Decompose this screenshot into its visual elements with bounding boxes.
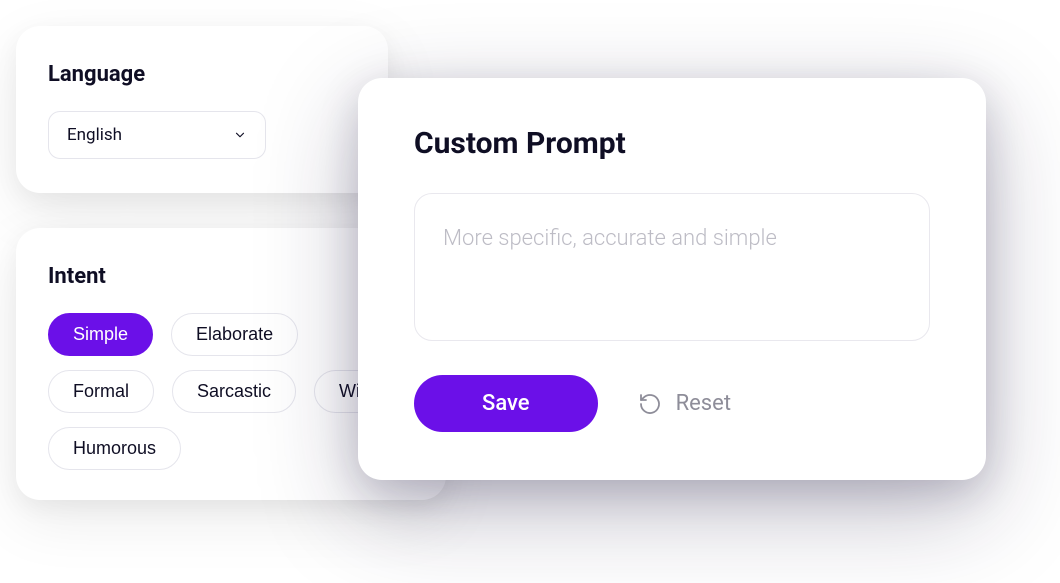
intent-chip-simple[interactable]: Simple <box>48 313 153 356</box>
reset-button[interactable]: Reset <box>638 391 731 416</box>
language-dropdown[interactable]: English <box>48 111 266 159</box>
reset-label: Reset <box>676 391 731 416</box>
intent-chip-formal[interactable]: Formal <box>48 370 154 413</box>
prompt-actions: Save Reset <box>414 375 930 432</box>
chevron-down-icon <box>233 128 247 142</box>
reset-icon <box>638 392 662 416</box>
language-card: Language English <box>16 26 388 193</box>
custom-prompt-title: Custom Prompt <box>414 126 930 161</box>
custom-prompt-input[interactable] <box>414 193 930 341</box>
save-button[interactable]: Save <box>414 375 598 432</box>
intent-chip-humorous[interactable]: Humorous <box>48 427 181 470</box>
intent-chip-sarcastic[interactable]: Sarcastic <box>172 370 296 413</box>
custom-prompt-card: Custom Prompt Save Reset <box>358 78 986 480</box>
language-selected-value: English <box>67 125 122 145</box>
intent-chip-elaborate[interactable]: Elaborate <box>171 313 298 356</box>
language-title: Language <box>48 62 356 87</box>
